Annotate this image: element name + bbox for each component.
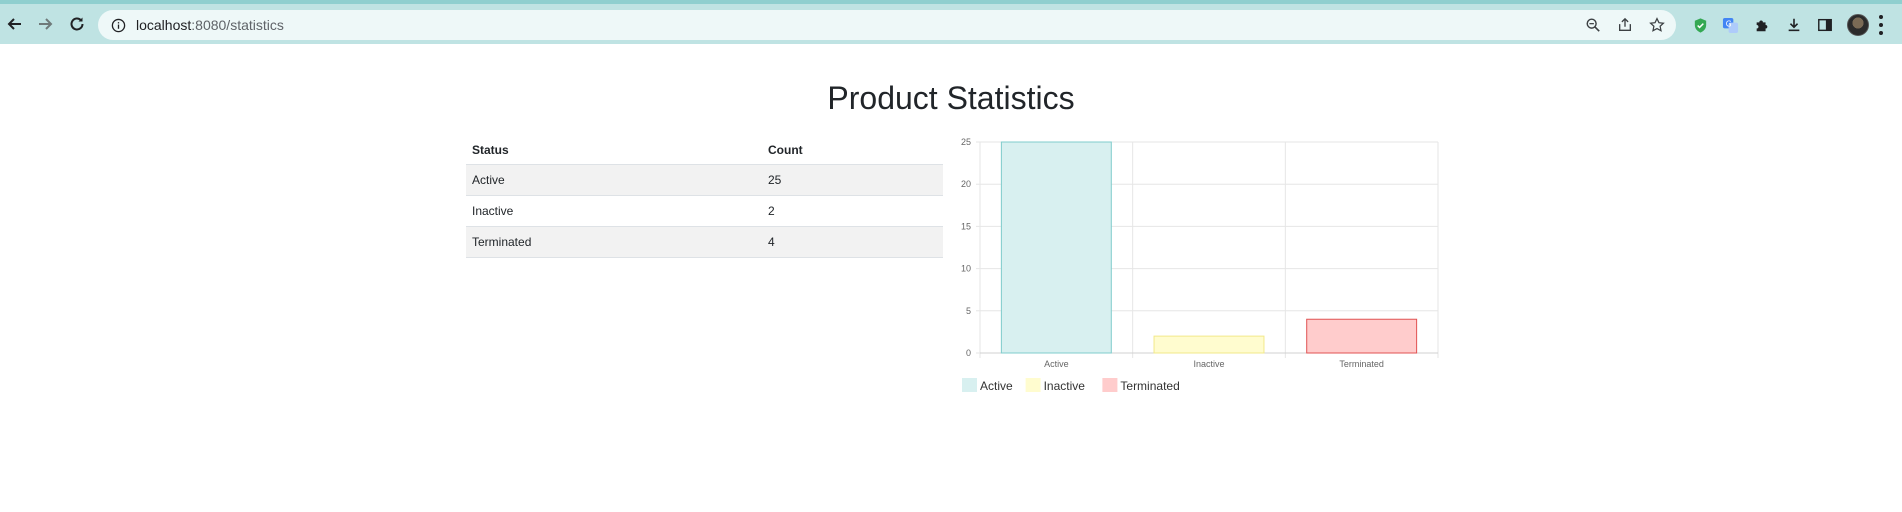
status-cell: Terminated (466, 226, 762, 258)
x-tick-label: Terminated (1339, 359, 1384, 369)
table-row: Active 25 (466, 164, 943, 196)
statistics-table: Status Count Active 25 Inactive 2 Termin… (466, 136, 943, 258)
table-row: Inactive 2 (466, 195, 943, 227)
forward-arrow-icon (39, 18, 53, 30)
count-column-header: Count (762, 136, 943, 165)
y-tick-label: 20 (961, 179, 971, 189)
status-cell: Inactive (466, 195, 762, 227)
bar-terminated (1306, 318, 1418, 354)
shield-extension-icon[interactable] (1690, 15, 1710, 35)
profile-avatar[interactable] (1847, 14, 1869, 36)
download-icon[interactable] (1784, 15, 1804, 35)
reload-button[interactable] (66, 13, 88, 35)
y-tick-label: 15 (961, 221, 971, 231)
side-panel-icon[interactable] (1815, 15, 1835, 35)
svg-text:G: G (1725, 19, 1731, 28)
page-title: Product Statistics (827, 80, 1075, 116)
address-bar[interactable]: localhost:8080/statistics (98, 10, 1676, 40)
bookmark-star-icon[interactable] (1648, 16, 1666, 34)
back-arrow-icon (7, 18, 21, 30)
bar-inactive (1153, 335, 1265, 354)
count-cell: 2 (762, 195, 943, 227)
table-header-row: Status Count (466, 136, 943, 165)
browser-toolbar: localhost:8080/statistics G (0, 0, 1902, 44)
url-host: localhost (136, 17, 192, 33)
url-path: :8080/statistics (191, 17, 284, 33)
legend-label: Inactive (1044, 379, 1086, 393)
y-tick-label: 10 (961, 264, 971, 274)
url-text[interactable]: localhost:8080/statistics (136, 17, 284, 33)
legend-label: Active (980, 379, 1013, 393)
share-icon[interactable] (1616, 16, 1634, 34)
legend-swatch (1102, 378, 1118, 392)
chart-canvas: 0 5 10 15 20 25 Active Inactive Terminated Active… (961, 137, 1439, 393)
y-tick-label: 0 (966, 348, 971, 358)
legend-swatch (962, 378, 977, 392)
forward-button[interactable] (34, 13, 56, 35)
extensions-puzzle-icon[interactable] (1752, 15, 1772, 35)
back-button[interactable] (4, 13, 26, 35)
x-tick-label: Inactive (1193, 359, 1224, 369)
status-bar-chart: 0 5 10 15 20 25 Active Inactive Terminated Active… (950, 136, 1450, 416)
reload-icon (70, 17, 84, 31)
status-cell: Active (466, 164, 762, 196)
site-info-icon[interactable] (110, 17, 126, 33)
legend-swatch (1025, 378, 1041, 392)
status-column-header: Status (466, 136, 762, 165)
count-cell: 4 (762, 226, 943, 258)
legend-label: Terminated (1120, 379, 1179, 393)
count-cell: 25 (762, 164, 943, 196)
table-row: Terminated 4 (466, 226, 943, 258)
browser-menu-icon[interactable] (1878, 15, 1884, 35)
y-tick-label: 25 (961, 137, 971, 147)
bar-active (1000, 141, 1112, 354)
x-tick-label: Active (1044, 359, 1069, 369)
translate-extension-icon[interactable]: G (1720, 15, 1740, 35)
zoom-icon[interactable] (1584, 16, 1602, 34)
y-tick-label: 5 (966, 306, 971, 316)
